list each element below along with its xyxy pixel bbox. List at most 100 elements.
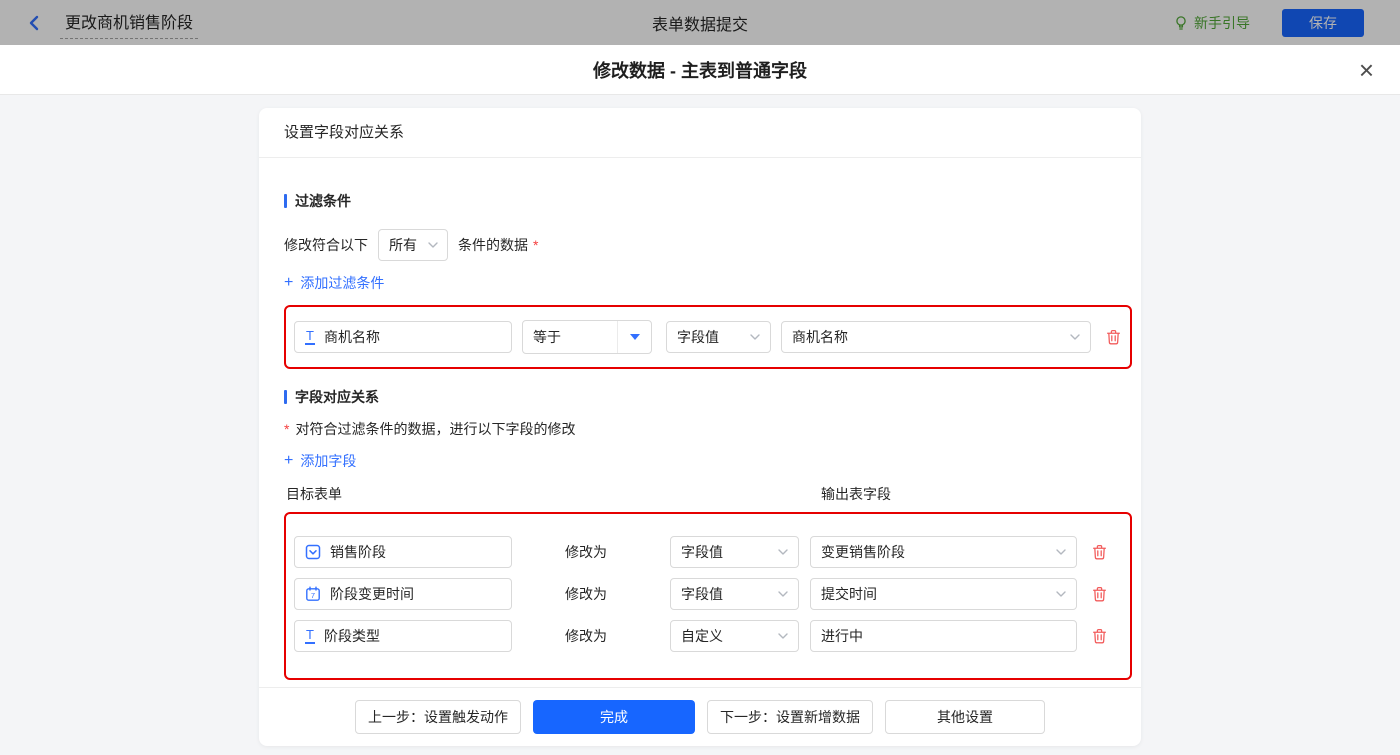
card-footer: 上一步：设置触发动作 完成 下一步：设置新增数据 其他设置 (259, 687, 1141, 746)
mapping-column-headers: 目标表单 输出表字段 (284, 484, 1124, 502)
modify-label: 修改为 (565, 542, 609, 562)
target-field-input[interactable]: 销售阶段 (294, 536, 512, 568)
filter-value: 商机名称 (792, 327, 848, 347)
section-bar (284, 194, 287, 208)
target-field-value: 销售阶段 (330, 542, 386, 562)
trash-icon (1105, 328, 1122, 346)
target-field-value: 阶段变更时间 (330, 584, 414, 604)
mapping-description: * 对符合过滤条件的数据，进行以下字段的修改 (284, 419, 1124, 439)
modal-header: 修改数据 - 主表到普通字段 × (0, 45, 1400, 95)
modal-title: 修改数据 - 主表到普通字段 (593, 57, 807, 83)
custom-value-input[interactable]: 进行中 (810, 620, 1077, 652)
target-form-column-header: 目标表单 (286, 484, 342, 504)
delete-mapping-row-button[interactable] (1091, 585, 1108, 603)
back-button[interactable] (26, 14, 44, 32)
beginner-guide-label: 新手引导 (1194, 13, 1250, 33)
delete-mapping-row-button[interactable] (1091, 543, 1108, 561)
filter-value-type: 字段值 (677, 327, 719, 347)
filter-value-select[interactable]: 商机名称 (781, 321, 1091, 353)
caret-down-icon (630, 334, 640, 340)
lightbulb-icon (1173, 15, 1189, 31)
card-body: 过滤条件 修改符合以下 所有 条件的数据 * + 添加过滤条件 (259, 158, 1141, 687)
match-mode-value: 所有 (389, 235, 417, 255)
top-bar: 更改商机销售阶段 表单数据提交 新手引导 保存 (0, 0, 1400, 45)
beginner-guide-button[interactable]: 新手引导 (1173, 13, 1250, 33)
next-step-button[interactable]: 下一步：设置新增数据 (707, 700, 873, 734)
section-bar (284, 390, 287, 404)
output-field-select[interactable]: 提交时间 (810, 578, 1077, 610)
mapping-section-label: 字段对应关系 (295, 387, 379, 407)
value-type-select[interactable]: 字段值 (670, 536, 799, 568)
select-field-icon (305, 544, 321, 560)
value-type: 字段值 (681, 542, 723, 562)
value-type: 自定义 (681, 626, 723, 646)
output-field-value: 提交时间 (821, 584, 877, 604)
target-field-input[interactable]: 7 阶段变更时间 (294, 578, 512, 610)
trash-icon (1091, 585, 1108, 603)
value-type-select[interactable]: 字段值 (670, 578, 799, 610)
modify-label: 修改为 (565, 626, 609, 646)
required-asterisk: * (533, 237, 538, 253)
chevron-down-icon (750, 334, 760, 340)
text-field-icon: T (305, 330, 315, 345)
output-field-value: 变更销售阶段 (821, 542, 905, 562)
svg-text:7: 7 (311, 591, 315, 600)
page-title: 表单数据提交 (652, 11, 748, 35)
filter-value-type-select[interactable]: 字段值 (666, 321, 771, 353)
chevron-down-icon (428, 242, 438, 248)
plus-icon: + (284, 454, 293, 468)
other-settings-button[interactable]: 其他设置 (885, 700, 1045, 734)
add-field-label: 添加字段 (300, 451, 356, 471)
done-button[interactable]: 完成 (533, 700, 695, 734)
operator-dropdown-button[interactable] (617, 321, 651, 353)
target-field-input[interactable]: T 阶段类型 (294, 620, 512, 652)
add-filter-condition-label: 添加过滤条件 (300, 273, 384, 293)
output-field-column-header: 输出表字段 (821, 484, 891, 504)
filter-condition-row-highlighted: T 商机名称 等于 字段值 (284, 305, 1132, 369)
operator-value: 等于 (523, 321, 617, 353)
date-field-icon: 7 (305, 586, 321, 602)
filter-section-title: 过滤条件 (284, 158, 1124, 211)
condition-suffix: 条件的数据 (458, 235, 528, 255)
save-button[interactable]: 保存 (1282, 9, 1364, 37)
close-icon[interactable]: × (1359, 57, 1374, 83)
match-mode-select[interactable]: 所有 (378, 229, 448, 261)
modify-label: 修改为 (565, 584, 609, 604)
add-field-link[interactable]: + 添加字段 (284, 451, 356, 471)
filter-field-value: 商机名称 (324, 327, 380, 347)
filter-field-input[interactable]: T 商机名称 (294, 321, 512, 353)
text-field-icon: T (305, 629, 315, 644)
required-asterisk: * (284, 421, 289, 437)
field-mapping-card: 设置字段对应关系 过滤条件 修改符合以下 所有 条件的数据 * (259, 108, 1141, 746)
workflow-title[interactable]: 更改商机销售阶段 (60, 6, 198, 39)
value-type: 字段值 (681, 584, 723, 604)
mapping-row: 销售阶段 修改为 字段值 变更销售阶段 (294, 536, 1122, 568)
chevron-down-icon (778, 591, 788, 597)
filter-section-label: 过滤条件 (295, 191, 351, 211)
mapping-row: T 阶段类型 修改为 自定义 进行中 (294, 620, 1122, 652)
chevron-left-icon (26, 14, 44, 32)
target-field-value: 阶段类型 (324, 626, 380, 646)
delete-mapping-row-button[interactable] (1091, 627, 1108, 645)
value-type-select[interactable]: 自定义 (670, 620, 799, 652)
modify-data-modal: 修改数据 - 主表到普通字段 × 设置字段对应关系 过滤条件 修改符合以下 所有 (0, 45, 1400, 755)
mapping-description-text: 对符合过滤条件的数据，进行以下字段的修改 (295, 419, 575, 439)
delete-filter-row-button[interactable] (1105, 328, 1122, 346)
operator-select[interactable]: 等于 (522, 320, 652, 354)
chevron-down-icon (778, 549, 788, 555)
chevron-down-icon (1056, 591, 1066, 597)
mapping-rows-highlighted: 销售阶段 修改为 字段值 变更销售阶段 (284, 512, 1132, 680)
add-filter-condition-link[interactable]: + 添加过滤条件 (284, 273, 384, 293)
condition-line: 修改符合以下 所有 条件的数据 * (284, 229, 1124, 261)
output-field-select[interactable]: 变更销售阶段 (810, 536, 1077, 568)
prev-step-button[interactable]: 上一步：设置触发动作 (355, 700, 521, 734)
chevron-down-icon (778, 633, 788, 639)
plus-icon: + (284, 276, 293, 290)
trash-icon (1091, 627, 1108, 645)
card-header: 设置字段对应关系 (259, 108, 1141, 158)
custom-value: 进行中 (821, 626, 863, 646)
mapping-row: 7 阶段变更时间 修改为 字段值 (294, 578, 1122, 610)
trash-icon (1091, 543, 1108, 561)
chevron-down-icon (1056, 549, 1066, 555)
condition-prefix: 修改符合以下 (284, 235, 368, 255)
